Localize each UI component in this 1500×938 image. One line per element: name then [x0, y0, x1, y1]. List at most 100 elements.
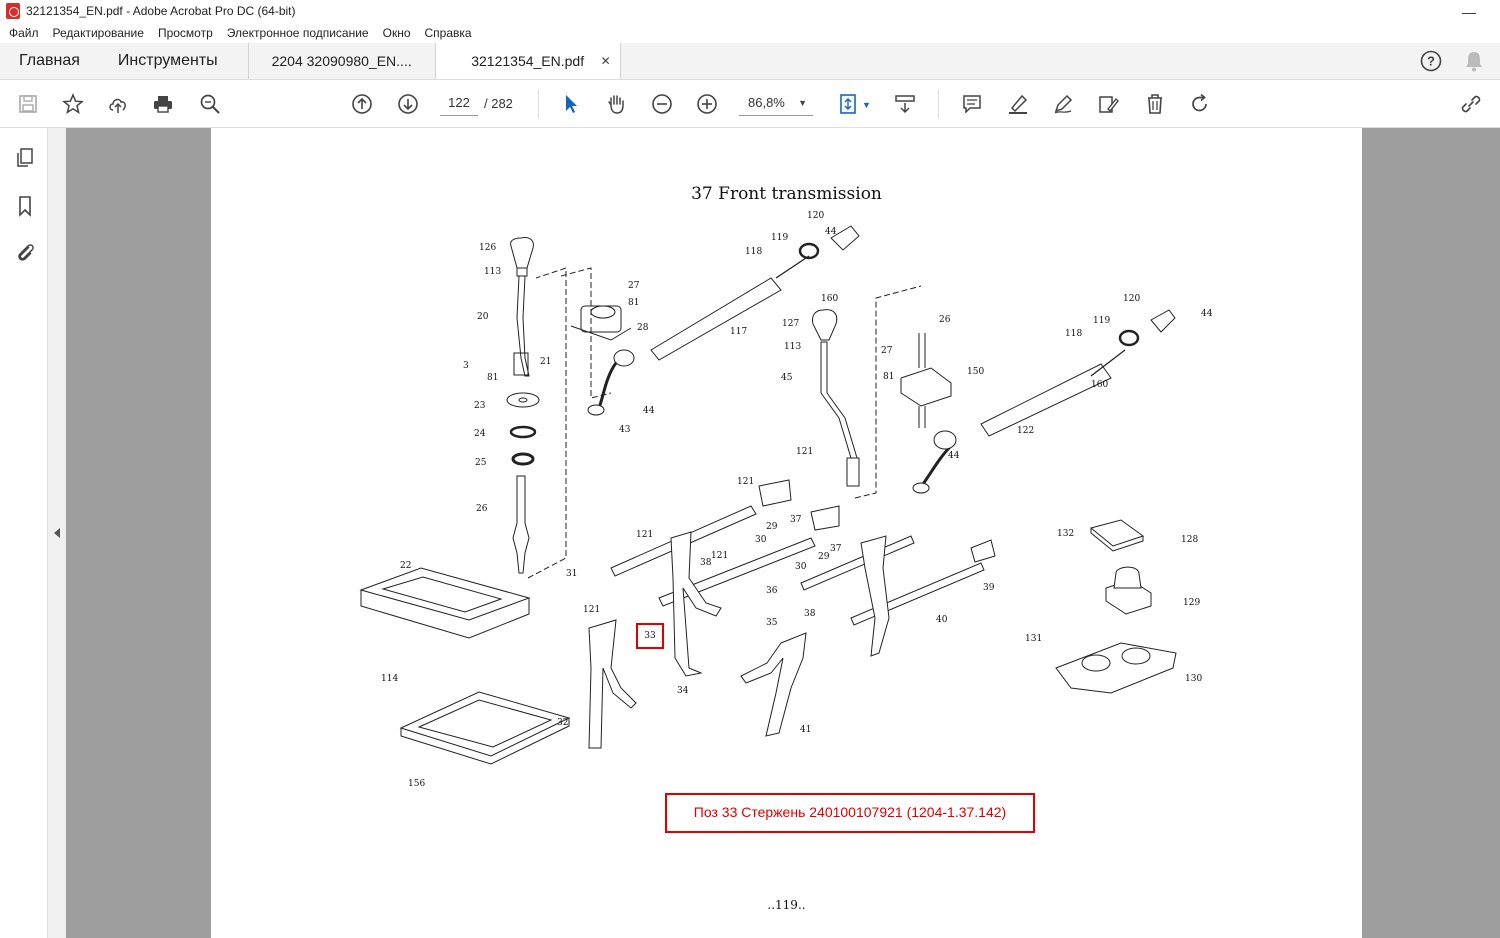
zoom-select[interactable]: 86,8% ▼ [739, 90, 813, 116]
part-label: 44 [948, 451, 960, 461]
zoom-search-icon[interactable] [197, 91, 223, 117]
menu-view[interactable]: Просмотр [158, 26, 213, 40]
bookmarks-icon[interactable] [13, 194, 37, 218]
save-icon[interactable] [15, 91, 41, 117]
fit-chevron-icon[interactable]: ▼ [862, 100, 871, 110]
tab-home[interactable]: Главная [0, 43, 99, 79]
attachments-paperclip-icon[interactable] [13, 240, 37, 264]
bookmark-star-icon[interactable] [60, 91, 86, 117]
navigation-pane [0, 128, 48, 938]
highlight-pen-icon[interactable] [1005, 91, 1031, 117]
tab-doc-1[interactable]: 2204 32090980_EN.... [247, 43, 435, 79]
part-label: 130 [1185, 674, 1202, 684]
part-33-callout[interactable]: 33 [636, 623, 664, 649]
part-label: 120 [1123, 294, 1140, 304]
part-label: 119 [771, 233, 788, 243]
page-thumbnails-icon[interactable] [13, 146, 37, 170]
chevron-down-icon: ▼ [798, 98, 807, 108]
part-label: 27 [628, 281, 640, 291]
part-label: 114 [381, 674, 398, 684]
document-viewport[interactable]: 126 113 20 3 81 21 23 24 25 26 22 114 156 27 81 28 117 11… [66, 128, 1500, 938]
acrobat-icon [6, 3, 20, 19]
part-label: 27 [881, 346, 893, 356]
page-number-input[interactable]: 122 [440, 90, 478, 116]
part-label: 126 [479, 243, 496, 253]
edit-pdf-icon[interactable] [1095, 91, 1121, 117]
part-label: 150 [967, 367, 984, 377]
part-label: 38 [700, 558, 712, 568]
part-label: 37 [790, 515, 802, 525]
help-icon[interactable]: ? [1420, 50, 1442, 72]
hand-tool-icon[interactable] [603, 91, 629, 117]
upload-cloud-icon[interactable] [105, 91, 131, 117]
part-label: 32 [557, 718, 568, 728]
fit-page-icon[interactable] [836, 91, 862, 117]
part-label: 160 [1091, 380, 1108, 390]
minimize-button[interactable]: — [1462, 4, 1476, 20]
page-footer-number: ..119.. [767, 898, 806, 912]
part-label: 44 [825, 227, 837, 237]
part-label: 113 [784, 342, 801, 352]
part-label: 121 [711, 551, 728, 561]
part-label: 29 [818, 552, 830, 562]
part-label: 113 [484, 267, 501, 277]
part-label: 127 [782, 319, 799, 329]
part-label: 26 [476, 504, 488, 514]
zoom-out-icon[interactable] [649, 91, 675, 117]
part-label: 45 [781, 373, 793, 383]
rotate-icon[interactable] [1187, 91, 1213, 117]
part-label: 36 [766, 586, 778, 596]
part-label: 23 [474, 401, 486, 411]
part-label: 128 [1181, 535, 1198, 545]
part-label: 160 [821, 294, 838, 304]
pane-collapse-bar[interactable] [48, 128, 66, 938]
delete-trash-icon[interactable] [1142, 91, 1168, 117]
part-label: 44 [1201, 309, 1213, 319]
annotation-box[interactable]: Поз 33 Стержень 240100107921 (1204-1.37.… [665, 793, 1035, 833]
part-label: 31 [566, 569, 577, 579]
select-cursor-icon[interactable] [558, 91, 584, 117]
page-title: 37 Front transmission [691, 184, 882, 204]
part-label: 44 [643, 406, 655, 416]
scroll-mode-icon[interactable] [892, 91, 918, 117]
print-icon[interactable] [150, 91, 176, 117]
menu-window[interactable]: Окно [383, 26, 411, 40]
part-label: 118 [1065, 329, 1082, 339]
part-label: 43 [619, 425, 631, 435]
tab-doc-2[interactable]: 32121354_EN.pdf ✕ [434, 43, 621, 79]
previous-page-icon[interactable] [349, 91, 375, 117]
collapse-arrow-icon[interactable] [54, 528, 60, 538]
zoom-value: 86,8% [748, 95, 785, 110]
toolbar-divider [938, 90, 939, 118]
part-label: 39 [983, 583, 995, 593]
part-label: 129 [1183, 598, 1200, 608]
part-label: 81 [487, 373, 498, 383]
title-bar: 32121354_EN.pdf - Adobe Acrobat Pro DC (… [0, 0, 1500, 22]
share-link-icon[interactable] [1458, 91, 1484, 117]
close-tab-icon[interactable]: ✕ [601, 54, 611, 68]
page-total: / 282 [484, 96, 513, 111]
part-label: 22 [400, 561, 411, 571]
part-label: 156 [408, 779, 425, 789]
tab-doc-2-label: 32121354_EN.pdf [471, 53, 585, 69]
comment-icon[interactable] [959, 91, 985, 117]
next-page-icon[interactable] [395, 91, 421, 117]
menu-bar: Файл Редактирование Просмотр Электронное… [0, 22, 1500, 43]
tab-tools[interactable]: Инструменты [99, 43, 248, 79]
part-label: 37 [830, 544, 842, 554]
tab-bar: Главная Инструменты 2204 32090980_EN....… [0, 43, 1500, 80]
menu-help[interactable]: Справка [425, 26, 472, 40]
zoom-in-icon[interactable] [694, 91, 720, 117]
notifications-bell-icon[interactable] [1464, 50, 1484, 72]
part-label: 81 [628, 298, 639, 308]
window-title: 32121354_EN.pdf - Adobe Acrobat Pro DC (… [26, 4, 296, 18]
part-label: 121 [737, 477, 754, 487]
part-label: 30 [755, 535, 767, 545]
toolbar-divider [538, 90, 539, 118]
sign-pen-icon[interactable] [1050, 91, 1076, 117]
tab-doc-1-label: 2204 32090980_EN.... [271, 53, 412, 69]
menu-file[interactable]: Файл [9, 26, 39, 40]
part-label: 122 [1017, 426, 1034, 436]
menu-edit[interactable]: Редактирование [53, 26, 144, 40]
menu-esign[interactable]: Электронное подписание [227, 26, 369, 40]
